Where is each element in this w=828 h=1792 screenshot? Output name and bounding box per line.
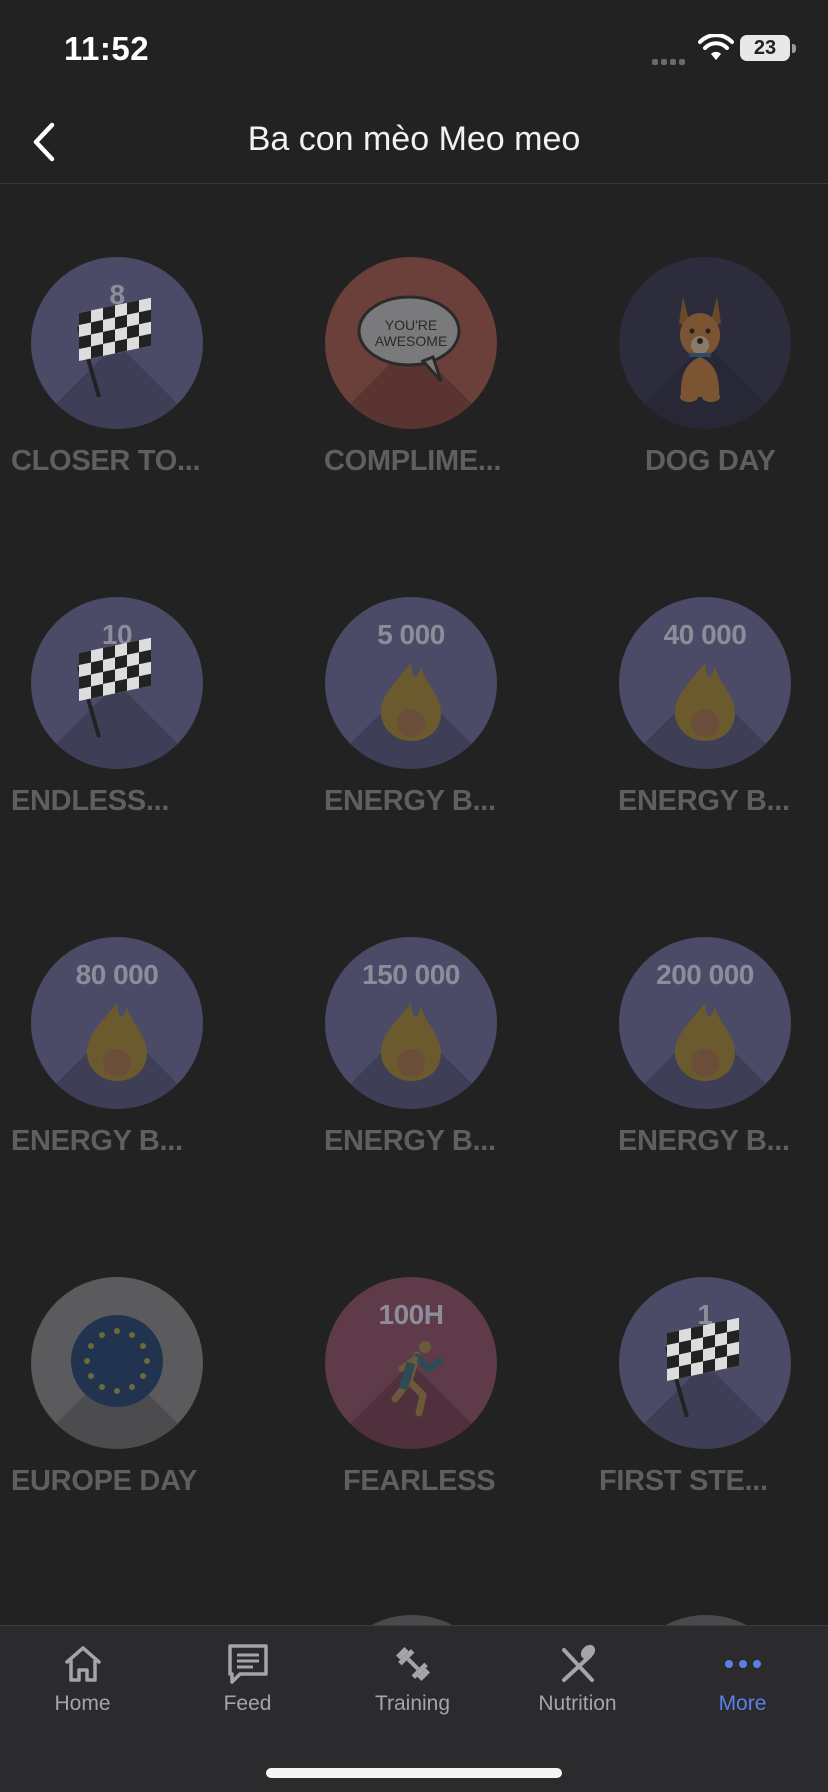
- flame-icon: [674, 1003, 735, 1081]
- tab-training[interactable]: Training: [330, 1626, 495, 1736]
- cellular-signal-icon: [652, 52, 690, 65]
- badge-circle: 100H: [325, 1277, 497, 1449]
- tab-more[interactable]: More: [660, 1626, 825, 1736]
- tab-feed[interactable]: Feed: [165, 1626, 330, 1736]
- fork-spoon-icon: [561, 1644, 595, 1682]
- tab-bar: Home Feed Training Nutrition More: [0, 1625, 828, 1792]
- badge-closer-to[interactable]: 8 CLOSER TO...: [0, 185, 230, 485]
- badge-label: ENERGY B...: [11, 1125, 183, 1157]
- checkered-flag-icon: [77, 297, 151, 398]
- badge-europe-day[interactable]: EUROPE DAY: [0, 1205, 230, 1505]
- badge-fearless[interactable]: 100H FEARLESS: [274, 1205, 524, 1505]
- badge-circle: 40 000: [619, 597, 791, 769]
- dog-icon: [679, 297, 721, 402]
- checkered-flag-icon: [665, 1317, 739, 1418]
- badge-circle: YOU'RE AWESOME: [325, 257, 497, 429]
- badge-energy-150000[interactable]: 150 000 ENERGY B...: [274, 865, 524, 1165]
- tab-label: More: [718, 1692, 767, 1715]
- tab-nutrition[interactable]: Nutrition: [495, 1626, 660, 1736]
- badge-label: COMPLIME...: [324, 445, 502, 477]
- badge-label: ENERGY B...: [618, 785, 790, 817]
- badge-label: CLOSER TO...: [11, 445, 201, 477]
- home-indicator[interactable]: [266, 1768, 562, 1778]
- badge-energy-200000[interactable]: 200 000 ENERGY B...: [568, 865, 818, 1165]
- navigation-bar: Ba con mèo Meo meo: [0, 100, 828, 184]
- badge-energy-5000[interactable]: 5 000 ENERGY B...: [274, 525, 524, 825]
- runner-icon: [391, 1341, 443, 1417]
- feed-icon: [227, 1644, 268, 1684]
- checkered-flag-icon: [77, 637, 151, 738]
- badge-label: ENERGY B...: [324, 1125, 496, 1157]
- badge-energy-80000[interactable]: 80 000 ENERGY B...: [0, 865, 230, 1165]
- badge-circle: 5 000: [325, 597, 497, 769]
- badge-circle: 80 000: [31, 937, 203, 1109]
- flame-icon: [380, 1003, 441, 1081]
- status-bar: 11:52 23: [0, 0, 828, 100]
- badge-compliment[interactable]: YOU'RE AWESOME COMPLIME...: [274, 185, 524, 485]
- eu-flag-icon: [71, 1315, 163, 1407]
- page-title: Ba con mèo Meo meo: [247, 120, 581, 158]
- badge-first-step[interactable]: 1 FIRST STE...: [568, 1205, 818, 1505]
- badge-circle: 10: [31, 597, 203, 769]
- badge-circle: 150 000: [325, 937, 497, 1109]
- home-icon: [64, 1646, 101, 1682]
- tab-home[interactable]: Home: [0, 1626, 165, 1736]
- badge-peek: [620, 1615, 792, 1625]
- flame-icon: [380, 663, 441, 741]
- badge-label: EUROPE DAY: [11, 1465, 198, 1497]
- badge-energy-40000[interactable]: 40 000 ENERGY B...: [568, 525, 818, 825]
- badge-label: FEARLESS: [343, 1465, 496, 1497]
- badge-circle: 8: [31, 257, 203, 429]
- badge-label: DOG DAY: [645, 445, 776, 477]
- tab-label: Training: [374, 1692, 451, 1715]
- badge-circle: 200 000: [619, 937, 791, 1109]
- badge-label: FIRST STE...: [599, 1465, 768, 1497]
- more-dots-icon: [724, 1660, 761, 1668]
- badge-endless[interactable]: 10 ENDLESS...: [0, 525, 230, 825]
- battery-icon: 23: [740, 35, 790, 61]
- badge-circle: [619, 257, 791, 429]
- badge-grid: 8 CLOSER TO... YOU'RE AWESOME COMPLIME..…: [0, 185, 828, 1625]
- badge-circle: [31, 1277, 203, 1449]
- badge-label: ENERGY B...: [324, 785, 496, 817]
- bubble-text-1: YOU'RE: [384, 317, 438, 333]
- tab-label: Feed: [223, 1692, 272, 1715]
- badge-dog-day[interactable]: DOG DAY: [568, 185, 818, 485]
- battery-tip: [792, 44, 796, 53]
- badge-circle: 1: [619, 1277, 791, 1449]
- badge-peek: [326, 1615, 498, 1625]
- dumbbell-icon: [395, 1647, 430, 1681]
- badge-label: ENDLESS...: [11, 785, 170, 817]
- tab-label: Nutrition: [538, 1692, 617, 1715]
- wifi-icon: [698, 34, 734, 60]
- bubble-text-2: AWESOME: [374, 333, 448, 349]
- badge-label: ENERGY B...: [618, 1125, 790, 1157]
- tab-label: Home: [54, 1692, 111, 1715]
- status-time: 11:52: [64, 30, 150, 67]
- flame-icon: [674, 663, 735, 741]
- flame-icon: [86, 1003, 147, 1081]
